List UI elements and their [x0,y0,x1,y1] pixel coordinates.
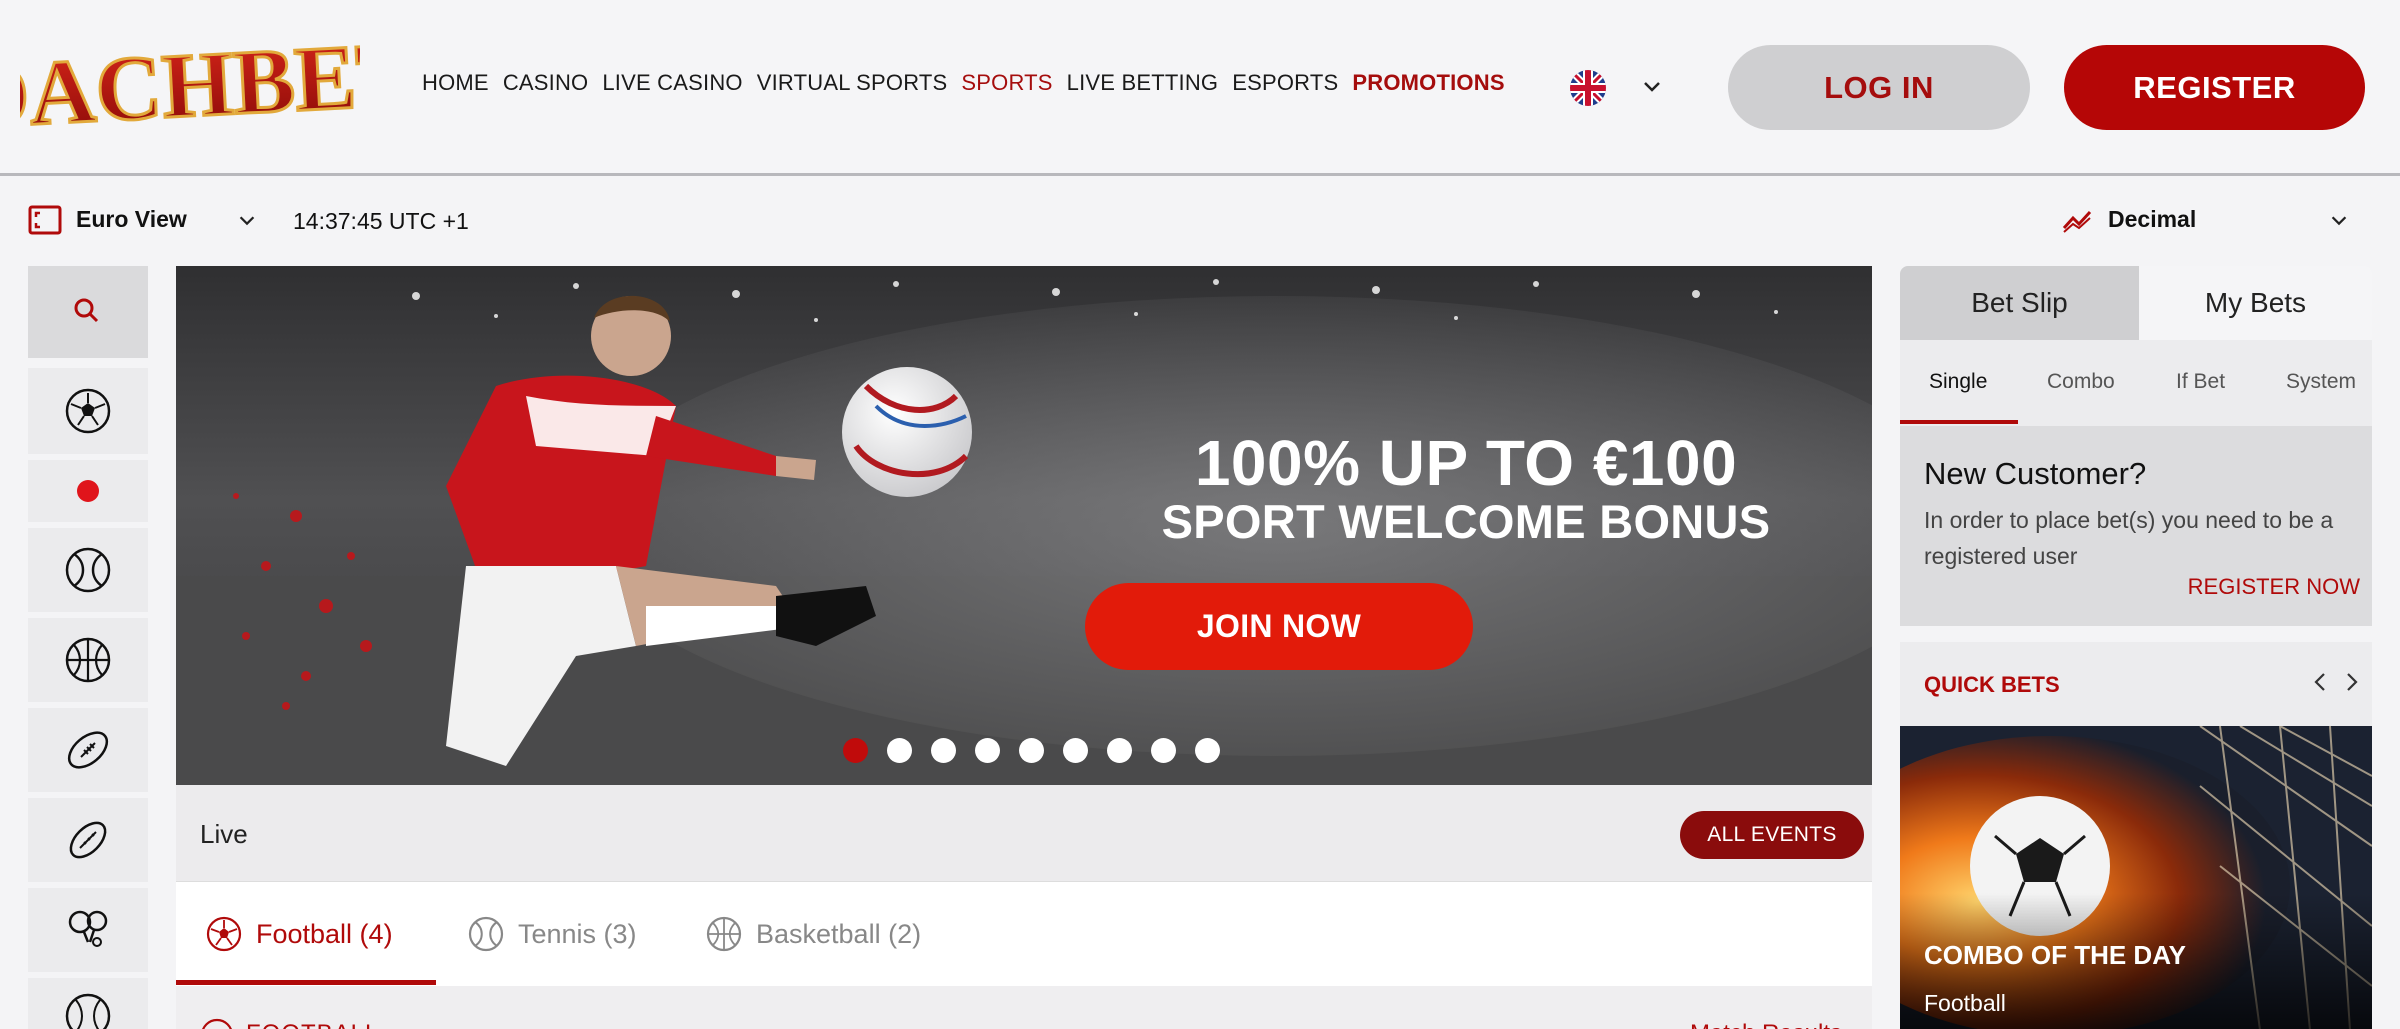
nav-live-betting[interactable]: LIVE BETTING [1067,70,1219,96]
carousel-dot-2[interactable] [887,738,912,763]
banner-headline: 100% UP TO €100 [1194,427,1738,499]
rail-football[interactable] [28,368,148,454]
quick-bets-title: QUICK BETS [1924,672,2060,697]
nav-sports[interactable]: SPORTS [961,70,1052,96]
bet-type-tabs: Single Combo If Bet System [1900,340,2372,426]
chevron-down-icon[interactable] [236,209,258,231]
chevron-right-icon[interactable] [2342,670,2362,694]
quick-bets-header: QUICK BETS [1900,642,2372,726]
search-icon [74,298,99,323]
live-sport-tabs: Football (4) Tennis (3) Basketball (2) [176,882,1872,986]
tab-tennis-label: Tennis (3) [518,918,637,949]
carousel-dot-7[interactable] [1107,738,1132,763]
rail-live[interactable] [28,460,148,522]
baseball-icon [65,993,111,1029]
nav-home[interactable]: HOME [422,70,489,96]
new-customer-box: New Customer? In order to place bet(s) y… [1900,426,2372,626]
football-icon [206,916,242,952]
header: DACHBET HOME CASINO LIVE CASINO VIRTUAL … [0,0,2400,176]
combo-card-title: COMBO OF THE DAY [1924,940,2186,970]
join-now-button[interactable]: JOIN NOW [1085,583,1473,670]
nav-casino[interactable]: CASINO [503,70,589,96]
tab-basketball-label: Basketball (2) [756,918,922,949]
rail-rugby[interactable] [28,798,148,882]
rugby-icon [69,821,107,859]
view-selector[interactable]: Euro View [76,206,187,233]
carousel-dot-3[interactable] [931,738,956,763]
table-tennis-icon [68,910,108,947]
all-events-button[interactable]: ALL EVENTS [1680,811,1864,859]
basketball-icon [706,916,742,952]
football-section-header: FOOTBALL Match Results [176,986,1872,1029]
active-tab-indicator [176,980,436,985]
nav-promotions[interactable]: PROMOTIONS [1352,70,1504,96]
rail-tennis[interactable] [28,528,148,612]
carousel-dot-1[interactable] [843,738,868,763]
odds-trend-icon [2062,210,2092,233]
bet-type-combo[interactable]: Combo [2047,370,2115,394]
rail-baseball[interactable] [28,978,148,1029]
match-results-link[interactable]: Match Results [1690,1020,1842,1029]
login-button[interactable]: LOG IN [1728,45,2030,130]
carousel-dot-4[interactable] [975,738,1000,763]
rail-table-tennis[interactable] [28,888,148,972]
rail-basketball[interactable] [28,618,148,702]
football-icon [65,388,111,434]
combo-card-sport: Football [1924,990,2006,1016]
odds-format-selector[interactable]: Decimal [2108,206,2196,233]
chevron-down-icon[interactable] [1640,74,1664,98]
football-icon [202,1018,232,1029]
promo-banner[interactable]: 100% UP TO €100 SPORT WELCOME BONUS JOIN… [176,266,1872,785]
register-now-link[interactable]: REGISTER NOW [2188,574,2360,600]
svg-text:DACHBET: DACHBET [20,34,360,134]
nav-virtual-sports[interactable]: VIRTUAL SPORTS [757,70,948,96]
expand-view-icon [28,205,62,235]
clock: 14:37:45 UTC +1 [293,208,469,234]
tab-basketball[interactable]: Basketball (2) [706,882,921,986]
tab-bet-slip[interactable]: Bet Slip [1900,266,2139,340]
carousel-dot-9[interactable] [1195,738,1220,763]
bet-type-single[interactable]: Single [1929,370,1987,394]
carousel-dot-5[interactable] [1019,738,1044,763]
carousel-dots [843,738,1220,763]
betslip-panel: Bet Slip My Bets Single Combo If Bet Sys… [1900,266,2372,1029]
new-customer-title: New Customer? [1924,456,2147,491]
live-dot-icon [77,480,99,502]
live-section-header: Live ALL EVENTS [176,785,1872,882]
basketball-icon [65,637,111,683]
rail-american-football[interactable] [28,708,148,792]
main-nav: HOME CASINO LIVE CASINO VIRTUAL SPORTS S… [422,70,1519,96]
banner-subheadline: SPORT WELCOME BONUS [1161,495,1771,548]
active-bet-type-indicator [1900,420,2018,424]
sub-bar: Euro View 14:37:45 UTC +1 Decimal [0,179,2400,263]
tab-football[interactable]: Football (4) [206,882,393,986]
live-label: Live [200,819,248,849]
tab-tennis[interactable]: Tennis (3) [468,882,637,986]
nav-live-casino[interactable]: LIVE CASINO [602,70,742,96]
bet-type-if-bet[interactable]: If Bet [2176,370,2225,394]
chevron-left-icon[interactable] [2310,670,2330,694]
tab-my-bets[interactable]: My Bets [2139,266,2372,340]
chevron-down-icon[interactable] [2328,209,2350,231]
american-football-icon [67,731,109,769]
combo-of-the-day-card[interactable]: COMBO OF THE DAY Football [1900,726,2372,1029]
bet-type-system[interactable]: System [2286,370,2356,394]
carousel-dot-6[interactable] [1063,738,1088,763]
football-section-label: FOOTBALL [246,1020,379,1029]
tab-football-label: Football (4) [256,918,393,949]
tennis-icon [468,916,504,952]
tennis-icon [65,547,111,593]
sports-rail [28,266,148,1029]
nav-esports[interactable]: ESPORTS [1232,70,1338,96]
uk-flag-icon[interactable] [1570,70,1606,106]
rail-search-button[interactable] [28,266,148,358]
new-customer-text: In order to place bet(s) you need to be … [1924,507,2334,569]
carousel-dot-8[interactable] [1151,738,1176,763]
combo-card-image [1900,726,2372,1029]
dachbet-logo[interactable]: DACHBET [0,21,421,150]
register-button[interactable]: REGISTER [2064,45,2365,130]
betslip-tabs: Bet Slip My Bets [1900,266,2372,340]
